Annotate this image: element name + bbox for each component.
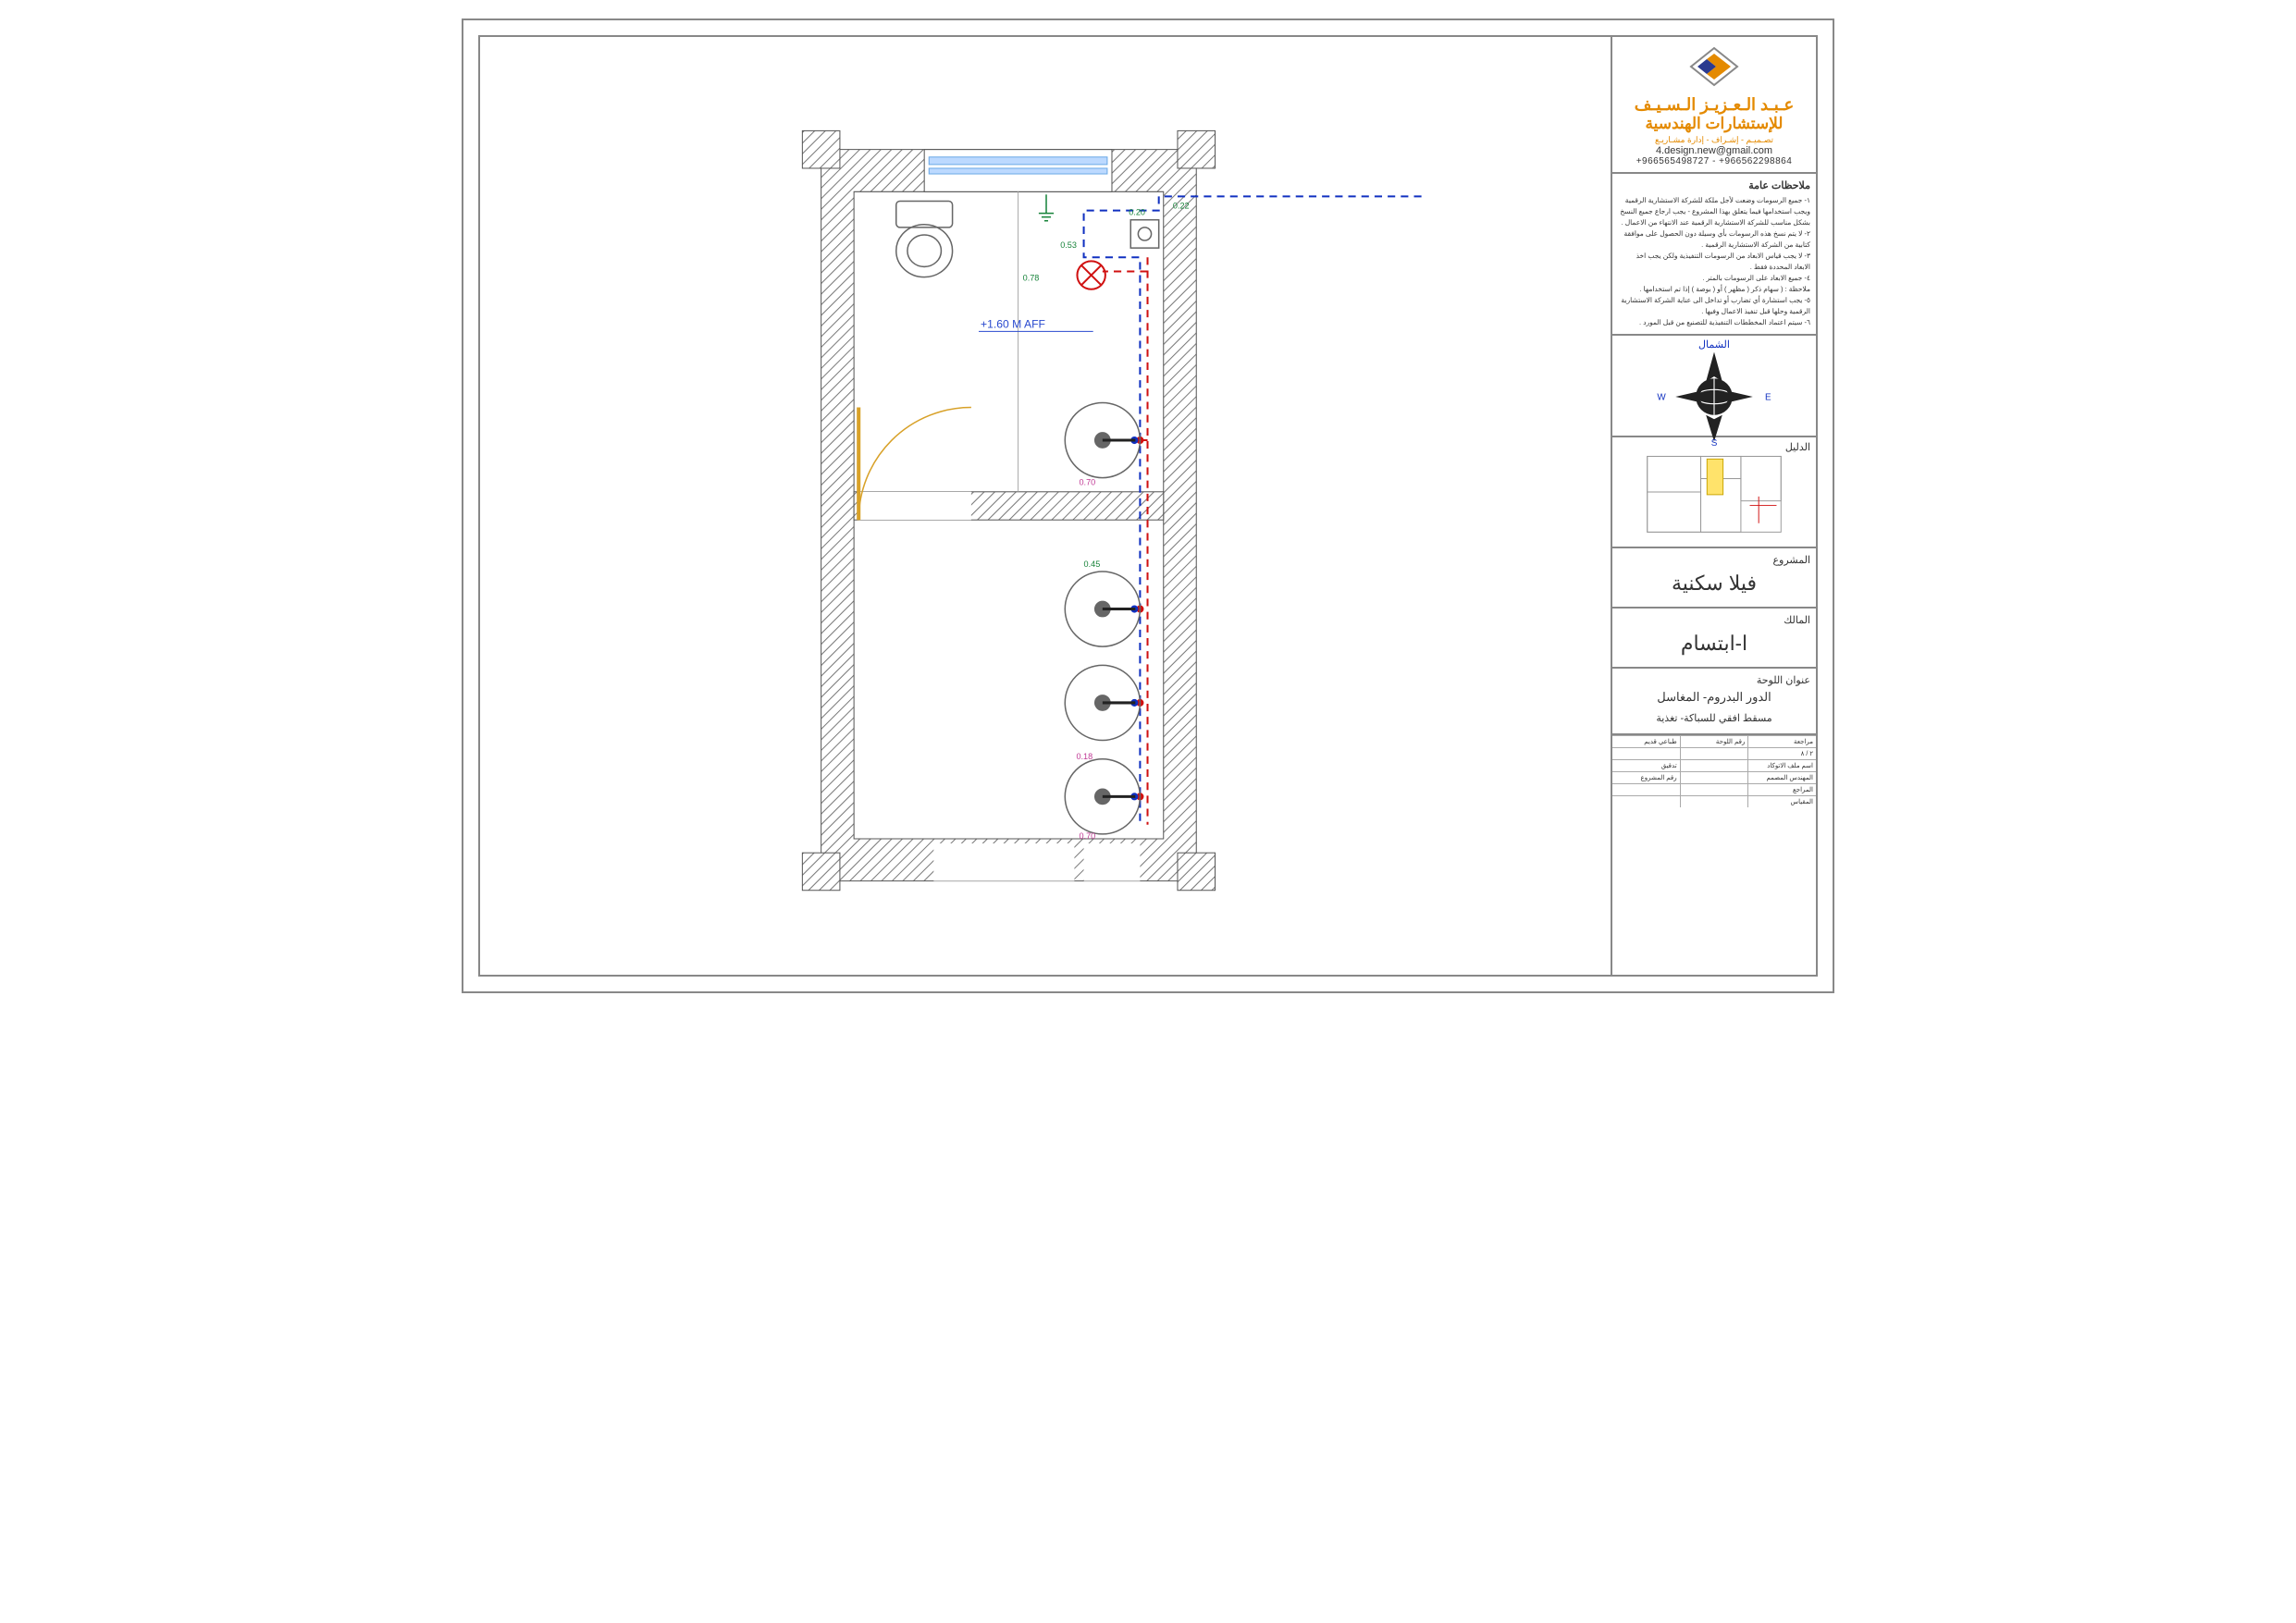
note-item: ٦- سيتم اعتماد المخططات التنفيذية للتصني… [1618, 317, 1810, 328]
svg-text:W: W [1657, 392, 1666, 402]
footer-grid: مراجعة رقم اللوحة طباعي قديم ٢ / ٨ اسم م… [1612, 735, 1816, 975]
company-cell: عـبـد الـعـزيـز الـسـيـف للإستشارات الهن… [1612, 37, 1816, 174]
company-email: 4.design.new@gmail.com [1618, 145, 1810, 156]
basin-3 [1065, 665, 1140, 740]
floorplan-svg: 0.22 0.20 0.53 0.78 0.70 0.45 0.18 0.70 … [480, 37, 1612, 975]
aff-note: +1.60 M AFF [981, 317, 1045, 330]
basin-1 [1065, 402, 1140, 477]
svg-text:0.45: 0.45 [1084, 559, 1101, 569]
footer-right: المقياس [1747, 796, 1816, 807]
svg-text:0.53: 0.53 [1060, 240, 1077, 250]
footer-left: طباعي قديم [1612, 736, 1680, 747]
ground-symbol [1039, 194, 1054, 220]
sheet-title-line2: مسقط افقي للسباكة- تغذية [1618, 708, 1810, 728]
note-item: ٣- لا يجب قياس الابعاد من الرسومات التنف… [1618, 251, 1810, 273]
sheet-inner-frame: 0.22 0.20 0.53 0.78 0.70 0.45 0.18 0.70 … [478, 35, 1818, 977]
footer-row: المقياس [1612, 795, 1816, 807]
project-value: فيلا سكنية [1618, 566, 1810, 601]
note-item: ملاحظة : ( سهام ذكر ( مظهر ) أو ( بوصة )… [1618, 284, 1810, 295]
svg-text:الشمال: الشمال [1698, 339, 1730, 350]
company-logo-icon [1686, 46, 1742, 92]
footer-rev-no: رقم اللوحة [1680, 736, 1748, 747]
footer-row: اسم ملف الاتوكاد تدقيق [1612, 759, 1816, 771]
footer-row: ٢ / ٨ [1612, 747, 1816, 759]
general-notes-cell: ملاحظات عامة ١- جميع الرسومات وضعت لأجل … [1612, 174, 1816, 336]
footer-row: المراجع [1612, 783, 1816, 795]
footer-right: المراجع [1747, 784, 1816, 795]
north-arrow-cell: الشمال S E W [1612, 336, 1816, 437]
notes-body: ١- جميع الرسومات وضعت لأجل ملكة للشركة ا… [1618, 195, 1810, 328]
sheet-title-label: عنوان اللوحة [1618, 674, 1810, 686]
footer-row: المهندس المصمم رقم المشروع [1612, 771, 1816, 783]
owner-cell: المالك ا-ابتسام [1612, 609, 1816, 669]
basin-2 [1065, 572, 1140, 646]
company-phones: +966565498727 - +966562298864 [1618, 156, 1810, 166]
note-item: ١- جميع الرسومات وضعت لأجل ملكة للشركة ا… [1618, 195, 1810, 228]
company-tagline: تصـميـم - إشـراف - إدارة مشـاريـع [1618, 135, 1810, 145]
drawing-area: 0.22 0.20 0.53 0.78 0.70 0.45 0.18 0.70 … [480, 37, 1612, 975]
company-name-1: عـبـد الـعـزيـز الـسـيـف [1618, 95, 1810, 115]
note-item: ٥- يجب استشارة أي تضارب أو تداخل الى عنا… [1618, 295, 1810, 317]
svg-text:0.78: 0.78 [1023, 274, 1040, 283]
footer-right: اسم ملف الاتوكاد [1747, 760, 1816, 771]
owner-value: ا-ابتسام [1618, 626, 1810, 661]
svg-text:0.70: 0.70 [1079, 478, 1095, 487]
sheet-title-line1: الدور البدروم- المغاسل [1618, 686, 1810, 708]
notes-title: ملاحظات عامة [1618, 179, 1810, 191]
keyplan-label: الدليل [1785, 441, 1810, 453]
sheet-title-cell: عنوان اللوحة الدور البدروم- المغاسل مسقط… [1612, 669, 1816, 735]
svg-text:0.20: 0.20 [1129, 208, 1145, 217]
company-name-2: للإستشارات الهندسية [1618, 115, 1810, 133]
note-item: ٢- لا يتم نسخ هذه الرسومات بأي وسيلة دون… [1618, 228, 1810, 251]
footer-left: رقم المشروع [1612, 772, 1680, 783]
footer-left: تدقيق [1612, 760, 1680, 771]
wc-fixture [896, 201, 953, 277]
footer-right: ٢ / ٨ [1747, 748, 1816, 759]
footer-left [1612, 784, 1680, 795]
keyplan-highlight [1707, 459, 1722, 495]
note-item: ٤- جميع الابعاد على الرسومات بالمتر . [1618, 273, 1810, 284]
footer-left [1612, 796, 1680, 807]
svg-text:0.22: 0.22 [1173, 202, 1190, 211]
project-label: المشروع [1618, 554, 1810, 566]
footer-right: مراجعة [1747, 736, 1816, 747]
svg-text:0.18: 0.18 [1076, 752, 1092, 761]
walls [802, 130, 1215, 890]
footer-row: مراجعة رقم اللوحة طباعي قديم [1612, 735, 1816, 747]
keyplan-cell: الدليل [1612, 437, 1816, 548]
floor-drain [1130, 220, 1158, 248]
drawing-sheet: 0.22 0.20 0.53 0.78 0.70 0.45 0.18 0.70 … [462, 18, 1834, 993]
footer-left [1612, 748, 1680, 759]
project-cell: المشروع فيلا سكنية [1612, 548, 1816, 609]
keyplan-icon [1618, 443, 1810, 541]
title-block: عـبـد الـعـزيـز الـسـيـف للإستشارات الهن… [1611, 37, 1816, 975]
svg-text:E: E [1765, 392, 1771, 402]
svg-text:0.70: 0.70 [1079, 831, 1095, 841]
footer-right: المهندس المصمم [1747, 772, 1816, 783]
basin-4 [1065, 759, 1140, 834]
owner-label: المالك [1618, 614, 1810, 626]
